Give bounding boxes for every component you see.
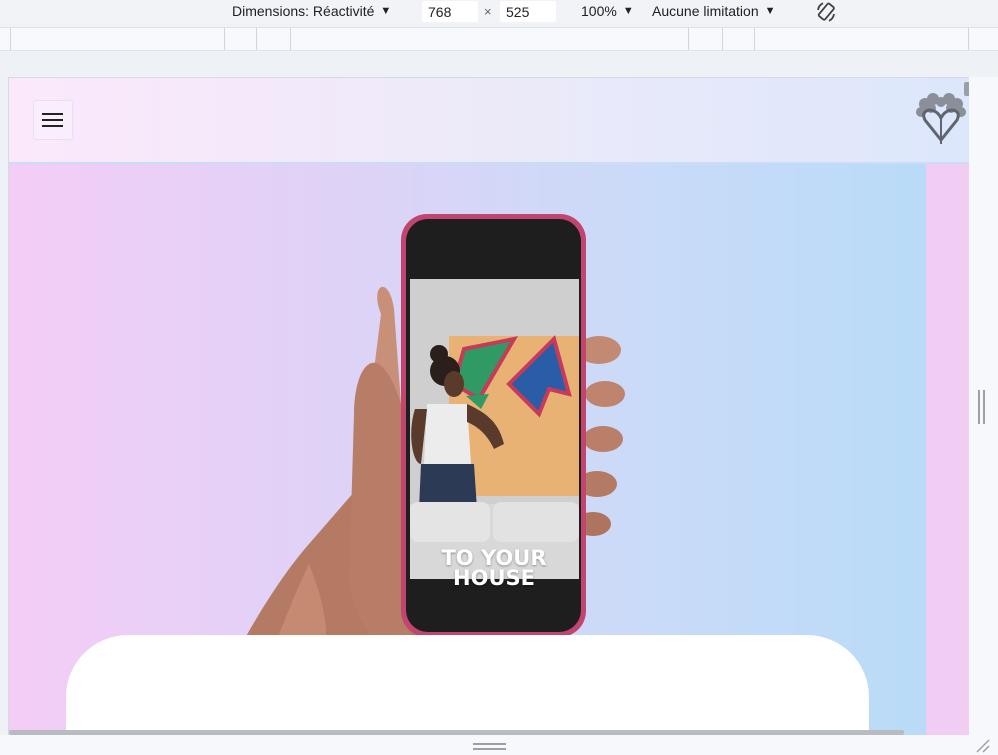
responsive-toolbar: Dimensions: Réactivité ▼ × 100% ▼ Aucune… xyxy=(0,0,998,24)
chevron-down-icon: ▼ xyxy=(380,5,392,17)
width-input[interactable] xyxy=(422,1,478,22)
phone-screen-caption: TO YOUR HOUSE xyxy=(437,546,551,590)
site-header xyxy=(9,78,969,164)
hero-section: TO YOUR HOUSE xyxy=(9,164,926,735)
zoom-dropdown[interactable]: 100% ▼ xyxy=(581,3,634,19)
tree-heart-logo-icon[interactable] xyxy=(911,90,969,146)
hamburger-menu-icon xyxy=(42,113,63,127)
hero-side-strip xyxy=(926,164,969,735)
chevron-down-icon: ▼ xyxy=(622,5,634,17)
menu-button[interactable] xyxy=(33,100,73,140)
throttle-dropdown[interactable]: Aucune limitation ▼ xyxy=(652,3,776,19)
media-query-marker[interactable] xyxy=(968,28,969,50)
chevron-down-icon: ▼ xyxy=(764,5,776,17)
content-card xyxy=(66,635,869,735)
corner-resize-icon[interactable] xyxy=(973,737,991,753)
dimensions-dropdown[interactable]: Dimensions: Réactivité ▼ xyxy=(232,3,391,19)
height-resize-handle[interactable] xyxy=(473,743,506,750)
media-query-marker[interactable] xyxy=(224,28,225,50)
media-query-marker[interactable] xyxy=(688,28,689,50)
media-query-marker[interactable] xyxy=(754,28,755,50)
zoom-label: 100% xyxy=(581,3,617,19)
media-query-marker[interactable] xyxy=(256,28,257,50)
times-symbol: × xyxy=(484,4,492,19)
caption-line-1: TO YOUR xyxy=(441,546,547,570)
height-input[interactable] xyxy=(500,1,556,22)
media-query-marker[interactable] xyxy=(290,28,291,50)
caption-line-2: HOUSE xyxy=(453,566,535,590)
media-query-bar[interactable] xyxy=(0,27,998,51)
rotate-icon[interactable] xyxy=(814,0,838,24)
width-resize-handle[interactable] xyxy=(978,390,985,424)
dimensions-label: Dimensions: Réactivité xyxy=(232,3,375,19)
device-viewport: TO YOUR HOUSE xyxy=(8,77,969,735)
throttle-label: Aucune limitation xyxy=(652,3,759,19)
media-query-marker[interactable] xyxy=(722,28,723,50)
media-query-marker[interactable] xyxy=(10,28,11,50)
